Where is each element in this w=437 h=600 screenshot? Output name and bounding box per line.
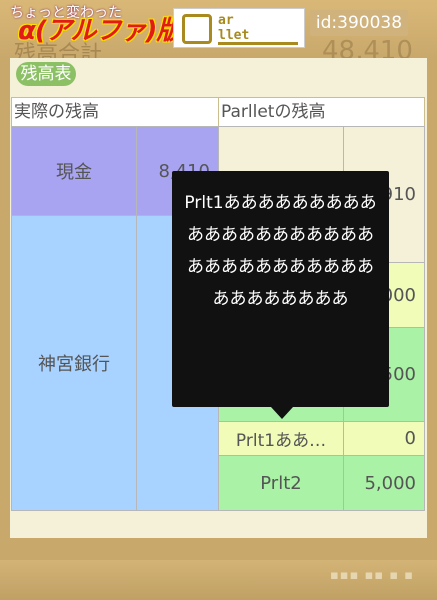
tooltip-arrow (271, 407, 293, 419)
prlt2-label[interactable]: Prlt2 (218, 455, 344, 511)
parllet-logo[interactable]: ar llet (173, 8, 305, 48)
user-id-label: id:390038 (310, 10, 408, 36)
alpha-version-badge: α(アルファ)版 (18, 16, 182, 46)
prlt1-name-tooltip: Prlt1あああああああああああああああああああああああああああああああああああ… (172, 171, 389, 407)
logo-underline-arrow (218, 42, 298, 45)
balance-sheet-button[interactable]: 残高表 (16, 62, 76, 86)
cash-account-label[interactable]: 現金 (11, 126, 137, 216)
bank-account-label[interactable]: 神宮銀行 (11, 215, 137, 511)
logo-text: ar llet (218, 13, 250, 43)
footer-copyright: ▪▪▪ ▪▪ ▪ ▪ (330, 568, 415, 583)
prlt1-label[interactable]: Prlt1ああ… (218, 421, 344, 456)
parllet-balance-header: Parlletの残高 (218, 97, 425, 127)
actual-balance-header: 実際の残高 (11, 97, 219, 127)
prlt2-value[interactable]: 5,000 (343, 455, 425, 511)
logo-p-mark (182, 14, 212, 44)
prlt1-value[interactable]: 0 (343, 421, 425, 456)
